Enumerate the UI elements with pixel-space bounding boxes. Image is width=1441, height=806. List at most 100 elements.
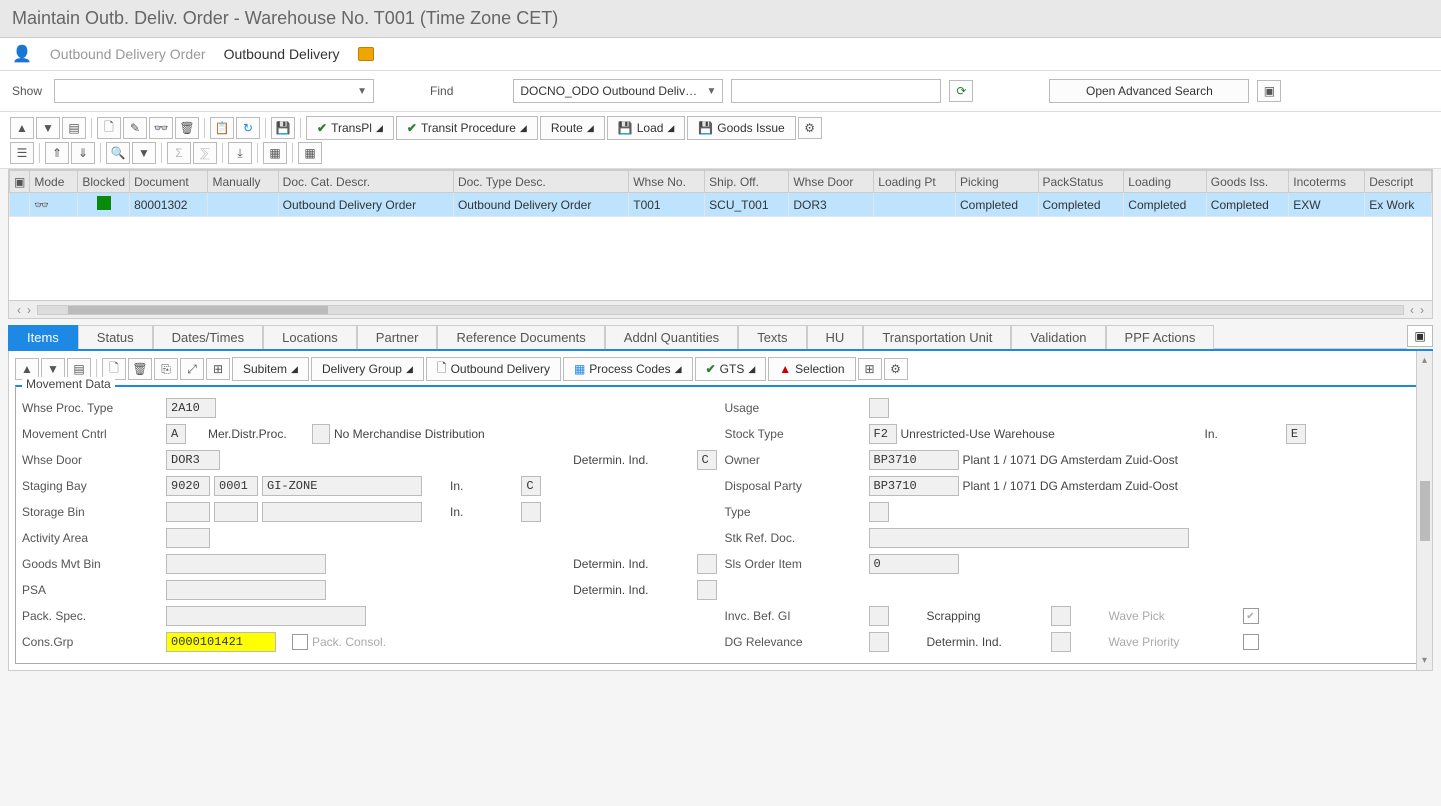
- gts-button[interactable]: ✔GTS◢: [695, 357, 767, 381]
- extra2-icon[interactable]: ⚙: [884, 358, 908, 380]
- cons-grp-field[interactable]: 0000101421: [166, 632, 276, 652]
- link-outbound-delivery[interactable]: Outbound Delivery: [224, 46, 340, 62]
- link-outbound-delivery-order[interactable]: Outbound Delivery Order: [50, 46, 206, 62]
- staging-bay-1-field[interactable]: 9020: [166, 476, 210, 496]
- dg-relevance-field[interactable]: [869, 632, 889, 652]
- copy-icon[interactable]: 📋: [210, 117, 234, 139]
- find-input[interactable]: [731, 79, 941, 103]
- refresh-icon[interactable]: ↻: [236, 117, 260, 139]
- goods-issue-button[interactable]: 💾Goods Issue: [687, 116, 795, 140]
- tab-locations[interactable]: Locations: [263, 325, 357, 349]
- sort-asc-icon[interactable]: ⇑: [45, 142, 69, 164]
- psa-det-field[interactable]: [697, 580, 717, 600]
- col-doc-type[interactable]: Doc. Type Desc.: [453, 171, 628, 193]
- col-goods-iss[interactable]: Goods Iss.: [1206, 171, 1289, 193]
- staging-bay-in-field[interactable]: C: [521, 476, 541, 496]
- whse-proc-type-field[interactable]: 2A10: [166, 398, 216, 418]
- invc-bef-gi-field[interactable]: [869, 606, 889, 626]
- col-incoterms[interactable]: Incoterms: [1289, 171, 1365, 193]
- storage-bin-3-field[interactable]: [262, 502, 422, 522]
- tab-transportation-unit[interactable]: Transportation Unit: [863, 325, 1011, 349]
- tab-reference-documents[interactable]: Reference Documents: [437, 325, 604, 349]
- load-button[interactable]: 💾Load◢: [607, 116, 686, 140]
- outbound-delivery-button[interactable]: 🗋Outbound Delivery: [426, 357, 561, 381]
- expand-icon[interactable]: ⤢: [180, 358, 204, 380]
- filter-icon[interactable]: ▼: [132, 142, 156, 164]
- delete-icon[interactable]: 🗑: [128, 358, 152, 380]
- save-icon[interactable]: 💾: [271, 117, 295, 139]
- delete-icon[interactable]: 🗑: [175, 117, 199, 139]
- down-icon[interactable]: ▼: [36, 117, 60, 139]
- disposal-party-field[interactable]: BP3710: [869, 476, 959, 496]
- pack-spec-field[interactable]: [166, 606, 366, 626]
- layout-icon[interactable]: ▦: [263, 142, 287, 164]
- col-loading-pt[interactable]: Loading Pt: [874, 171, 956, 193]
- psa-field[interactable]: [166, 580, 326, 600]
- process-codes-button[interactable]: ▦Process Codes◢: [563, 357, 693, 381]
- find-select[interactable]: DOCNO_ODO Outbound Deliv… ▼: [513, 79, 723, 103]
- details-icon[interactable]: ▤: [62, 117, 86, 139]
- mer-distr-proc-field[interactable]: [312, 424, 330, 444]
- grid-hscroll[interactable]: ‹ › ‹ ›: [9, 300, 1432, 318]
- col-loading[interactable]: Loading: [1124, 171, 1207, 193]
- scroll-left-icon[interactable]: ‹: [17, 303, 21, 317]
- scroll-track[interactable]: [37, 305, 1404, 315]
- folder-icon[interactable]: [358, 47, 374, 61]
- goods-mvt-bin-field[interactable]: [166, 554, 326, 574]
- extras-icon[interactable]: ⚙: [798, 117, 822, 139]
- new-icon[interactable]: 🗋: [97, 117, 121, 139]
- tab-validation[interactable]: Validation: [1011, 325, 1105, 349]
- open-advanced-search-button[interactable]: Open Advanced Search: [1049, 79, 1249, 103]
- show-select[interactable]: ▼: [54, 79, 374, 103]
- activity-area-field[interactable]: [166, 528, 210, 548]
- up-icon[interactable]: ▲: [10, 117, 34, 139]
- owner-field[interactable]: BP3710: [869, 450, 959, 470]
- scroll-thumb[interactable]: [68, 306, 328, 314]
- delivery-group-button[interactable]: Delivery Group◢: [311, 357, 424, 381]
- whse-door-field[interactable]: DOR3: [166, 450, 220, 470]
- scrapping-field[interactable]: [1051, 606, 1071, 626]
- tab-partner[interactable]: Partner: [357, 325, 438, 349]
- col-descript[interactable]: Descript: [1365, 171, 1432, 193]
- sel-all-icon[interactable]: ☰: [10, 142, 34, 164]
- more-icon[interactable]: ▦: [298, 142, 322, 164]
- variant-icon[interactable]: ▣: [1257, 80, 1281, 102]
- transpl-button[interactable]: ✔TransPl◢: [306, 116, 394, 140]
- col-document[interactable]: Document: [130, 171, 208, 193]
- col-whse-no[interactable]: Whse No.: [629, 171, 705, 193]
- col-blocked[interactable]: Blocked: [78, 171, 130, 193]
- usage-field[interactable]: [869, 398, 889, 418]
- sls-order-item-field[interactable]: 0: [869, 554, 959, 574]
- type-field[interactable]: [869, 502, 889, 522]
- storage-bin-in-field[interactable]: [521, 502, 541, 522]
- edit-icon[interactable]: ✎: [123, 117, 147, 139]
- determin-ind-field-r[interactable]: [1051, 632, 1071, 652]
- subitem-button[interactable]: Subitem◢: [232, 357, 309, 381]
- col-ship-off[interactable]: Ship. Off.: [705, 171, 789, 193]
- tab-items[interactable]: Items: [8, 325, 78, 349]
- col-select[interactable]: ▣: [10, 171, 30, 193]
- col-mode[interactable]: Mode: [30, 171, 78, 193]
- tab-ppf-actions[interactable]: PPF Actions: [1106, 325, 1215, 349]
- goods-mvt-det-field[interactable]: [697, 554, 717, 574]
- scroll-down-icon[interactable]: ▾: [1422, 655, 1427, 666]
- stock-type-field[interactable]: F2: [869, 424, 897, 444]
- sort-desc-icon[interactable]: ⇓: [71, 142, 95, 164]
- tab-status[interactable]: Status: [78, 325, 153, 349]
- export-icon[interactable]: ⤓: [228, 142, 252, 164]
- tabs-overflow-icon[interactable]: ▣: [1407, 325, 1433, 347]
- detail-vscroll[interactable]: ▴ ▾: [1416, 351, 1432, 670]
- col-picking[interactable]: Picking: [956, 171, 1039, 193]
- find-go-button[interactable]: ⟳: [949, 80, 973, 102]
- stk-ref-doc-field[interactable]: [869, 528, 1189, 548]
- hierarchy-icon[interactable]: ⊞: [206, 358, 230, 380]
- col-whse-door[interactable]: Whse Door: [789, 171, 874, 193]
- grid-row[interactable]: 👓 80001302 Outbound Delivery Order Outbo…: [10, 193, 1432, 217]
- selection-button[interactable]: ▲Selection: [768, 357, 855, 381]
- vscroll-thumb[interactable]: [1420, 481, 1430, 541]
- storage-bin-2-field[interactable]: [214, 502, 258, 522]
- find-icon[interactable]: 🔍: [106, 142, 130, 164]
- tab-hu[interactable]: HU: [807, 325, 864, 349]
- tab-texts[interactable]: Texts: [738, 325, 806, 349]
- row-selector[interactable]: [10, 193, 30, 217]
